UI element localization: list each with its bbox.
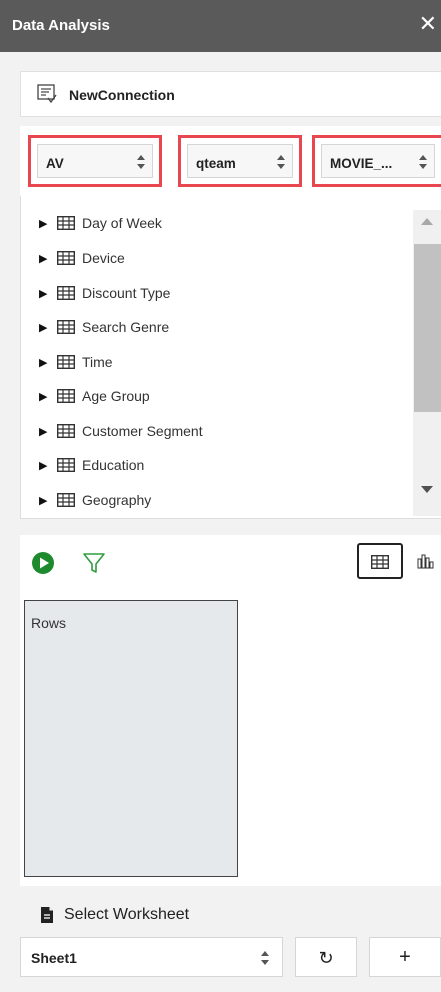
tree-item[interactable]: ▶ Age Group: [39, 386, 150, 406]
scroll-down-icon[interactable]: [421, 486, 433, 493]
tree-item-label: Day of Week: [82, 215, 162, 231]
expand-arrow-icon[interactable]: ▶: [39, 356, 51, 369]
tree-item-label: Geography: [82, 492, 152, 508]
tree-item-label: Customer Segment: [82, 423, 203, 439]
expand-arrow-icon[interactable]: ▶: [39, 390, 51, 403]
table-select-value: MOVIE_...: [330, 156, 393, 171]
table-icon: [57, 320, 75, 334]
close-icon[interactable]: ✕: [419, 12, 437, 36]
schema-select[interactable]: qteam: [178, 135, 302, 187]
expand-arrow-icon[interactable]: ▶: [39, 425, 51, 438]
analysis-toolbar: [20, 535, 441, 591]
tree-item[interactable]: ▶ Day of Week: [39, 213, 162, 233]
chart-view-button[interactable]: [414, 543, 441, 579]
tree-item-label: Search Genre: [82, 319, 170, 335]
table-icon: [371, 555, 389, 569]
sort-arrows-icon: [277, 155, 285, 169]
refresh-icon: ↻: [318, 948, 334, 968]
tree-item-label: Education: [82, 457, 145, 473]
source-selectors: AV qteam MOVIE_...: [20, 126, 441, 196]
schema-select-value: qteam: [196, 156, 236, 171]
tree-item-label: Time: [82, 354, 113, 370]
sort-arrows-icon: [419, 155, 427, 169]
plus-icon: +: [399, 946, 411, 968]
bar-chart-icon: [417, 554, 434, 569]
add-worksheet-button[interactable]: +: [369, 937, 441, 977]
file-icon: [41, 907, 53, 923]
expand-arrow-icon[interactable]: ▶: [39, 459, 51, 472]
scroll-up-icon[interactable]: [421, 218, 433, 225]
dimension-tree: ▶ Day of Week ▶ Device ▶ Discount Type ▶…: [20, 196, 441, 519]
tree-item-label: Age Group: [82, 388, 150, 404]
tree-item[interactable]: ▶ Time: [39, 352, 113, 372]
rows-drop-zone[interactable]: Rows: [24, 600, 238, 877]
table-icon: [57, 458, 75, 472]
tree-item[interactable]: ▶ Search Genre: [39, 317, 169, 337]
connection-name: NewConnection: [69, 87, 175, 103]
tree-item[interactable]: ▶ Device: [39, 248, 125, 268]
table-icon: [57, 286, 75, 300]
connection-box[interactable]: NewConnection: [20, 71, 441, 117]
filter-icon[interactable]: [82, 551, 106, 575]
table-select[interactable]: MOVIE_...: [312, 135, 441, 187]
worksheet-select-value: Sheet1: [31, 950, 77, 966]
play-icon[interactable]: [32, 552, 54, 574]
table-icon: [57, 216, 75, 230]
table-icon: [57, 424, 75, 438]
database-select[interactable]: AV: [28, 135, 162, 187]
expand-arrow-icon[interactable]: ▶: [39, 494, 51, 507]
worksheet-header: Select Worksheet: [40, 905, 189, 925]
sort-arrows-icon: [137, 155, 145, 169]
table-icon: [57, 493, 75, 507]
tree-item[interactable]: ▶ Education: [39, 455, 144, 475]
expand-arrow-icon[interactable]: ▶: [39, 321, 51, 334]
table-icon: [57, 251, 75, 265]
sort-arrows-icon: [261, 951, 269, 965]
table-icon: [57, 389, 75, 403]
rows-label: Rows: [31, 615, 67, 631]
tree-item-label: Device: [82, 250, 125, 266]
worksheet-select[interactable]: Sheet1: [20, 937, 283, 977]
database-select-value: AV: [46, 156, 64, 171]
layout-area: Rows: [20, 591, 441, 886]
refresh-button[interactable]: ↻: [295, 937, 357, 977]
tree-scrollbar[interactable]: [413, 210, 441, 516]
tree-item[interactable]: ▶ Customer Segment: [39, 421, 203, 441]
expand-arrow-icon[interactable]: ▶: [39, 217, 51, 230]
connection-icon: [37, 84, 57, 104]
tree-item[interactable]: ▶ Geography: [39, 490, 151, 510]
expand-arrow-icon[interactable]: ▶: [39, 252, 51, 265]
worksheet-title: Select Worksheet: [64, 906, 190, 923]
expand-arrow-icon[interactable]: ▶: [39, 287, 51, 300]
tree-item-label: Discount Type: [82, 285, 171, 301]
table-view-button[interactable]: [357, 543, 403, 579]
table-icon: [57, 355, 75, 369]
tree-item[interactable]: ▶ Discount Type: [39, 283, 170, 303]
scroll-thumb[interactable]: [414, 244, 441, 412]
window-title: Data Analysis: [12, 17, 110, 34]
title-bar: Data Analysis ✕: [0, 0, 441, 52]
